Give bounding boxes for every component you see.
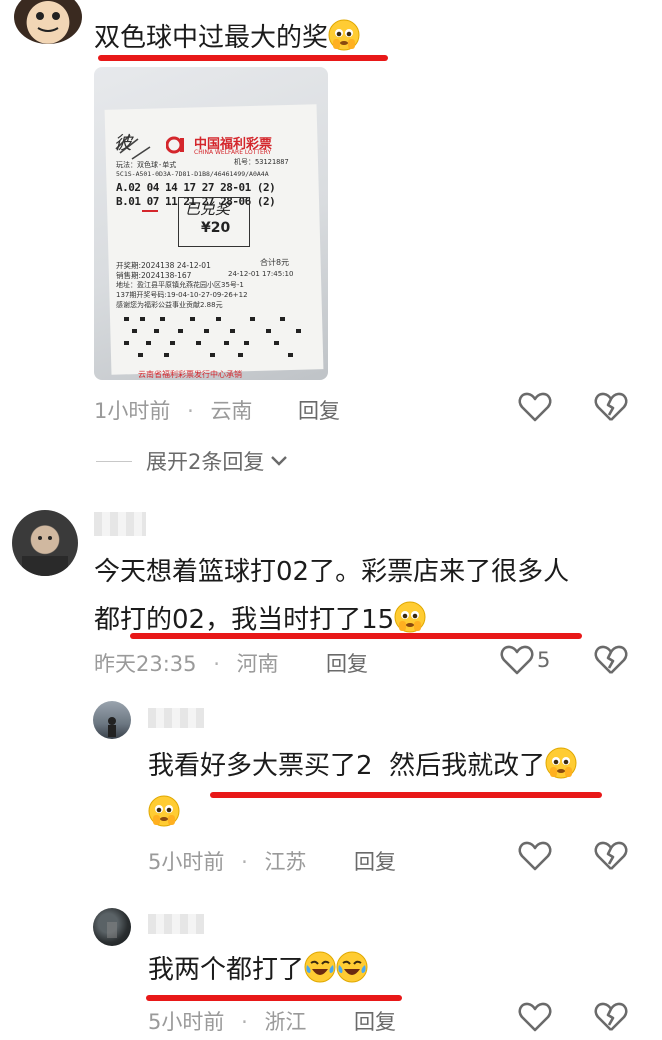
broken-heart-icon[interactable]	[594, 644, 628, 676]
highlight-underline	[98, 55, 388, 61]
comment-time: 昨天23:35	[94, 652, 197, 676]
avatar[interactable]	[93, 701, 131, 739]
comment-location: 云南	[210, 399, 253, 423]
pleading-face-emoji	[394, 601, 426, 633]
reply-text: 我两个都打了	[148, 946, 368, 994]
ticket-stamp-box: 已兑奖 ¥20	[178, 197, 250, 247]
ticket-stamp: 已兑奖	[185, 200, 231, 218]
ticket-handwriting: 彼	[114, 133, 132, 154]
reply-text: 我看好多大票买了2 然后我就改了	[148, 742, 577, 838]
heart-outline-icon[interactable]	[500, 644, 534, 676]
reply-button[interactable]: 回复	[354, 1006, 396, 1036]
broken-heart-icon[interactable]	[594, 391, 628, 423]
broken-heart-icon[interactable]	[594, 840, 628, 872]
pleading-face-emoji	[328, 19, 360, 51]
pleading-face-emoji	[545, 747, 577, 779]
expand-replies[interactable]: 展开2条回复	[96, 446, 290, 476]
username-blurred	[94, 512, 146, 536]
comment-meta: 昨天23:35 · 河南	[94, 652, 279, 676]
heart-outline-icon[interactable]	[518, 391, 552, 423]
broken-heart-icon[interactable]	[594, 1001, 628, 1033]
tears-of-joy-emoji	[336, 951, 368, 983]
reply-button[interactable]: 回复	[354, 846, 396, 876]
ticket-row-a: A.02 04 14 17 27 28-01 (2)	[116, 181, 276, 194]
ticket-sale-time: 24-12-01 17:45:10	[228, 270, 294, 278]
comment-location: 河南	[236, 652, 279, 676]
reply-meta: 5小时前 · 江苏	[148, 850, 307, 874]
ticket-open-no: 137期开奖号码:19-04-10-27-09-26+12	[116, 291, 248, 299]
ticket-machine: 机号：53121887	[234, 158, 289, 166]
reply-location: 浙江	[264, 1010, 307, 1034]
comment-text: 今天想着篮球打02了。彩票店来了很多人 都打的02，我当时打了15	[94, 557, 570, 635]
dark-photo-icon	[107, 922, 117, 938]
welfare-lottery-logo-icon	[166, 136, 184, 154]
ticket-amount: ¥20	[201, 220, 231, 236]
reply-button[interactable]: 回复	[326, 648, 368, 678]
heart-outline-icon[interactable]	[518, 840, 552, 872]
heart-outline-icon[interactable]	[518, 1001, 552, 1033]
highlight-underline	[130, 633, 582, 639]
username-blurred	[148, 708, 204, 728]
chevron-down-icon	[271, 456, 288, 466]
person-photo-icon	[22, 536, 68, 576]
pleading-face-emoji	[148, 795, 180, 827]
comment-time: 1小时前	[94, 399, 171, 423]
username-blurred	[148, 914, 204, 934]
cartoon-face-icon	[36, 12, 60, 32]
ticket-barcode-dots	[124, 317, 301, 357]
reply-location: 江苏	[264, 850, 307, 874]
expand-divider	[96, 460, 132, 462]
avatar[interactable]	[93, 908, 131, 946]
reply-meta: 5小时前 · 浙江	[148, 1010, 307, 1034]
tears-of-joy-emoji	[304, 951, 336, 983]
reply-button[interactable]: 回复	[298, 395, 340, 425]
ticket-thanks: 感谢您为福彩公益事业贡献2.88元	[116, 301, 223, 309]
reply-time: 5小时前	[148, 850, 225, 874]
avatar[interactable]	[12, 510, 78, 576]
ticket-brand-en: CHINA WELFARE LOTTERY	[194, 149, 272, 156]
reply-time: 5小时前	[148, 1010, 225, 1034]
ticket-footer: 云南省福利彩票发行中心承销	[138, 370, 242, 379]
lottery-ticket-image[interactable]: 彼 中国福利彩票 CHINA WELFARE LOTTERY 玩法：双色球-单式…	[94, 67, 328, 380]
silhouette-icon	[108, 717, 116, 737]
like-count: 5	[537, 648, 551, 672]
ticket-play: 玩法：双色球-单式	[116, 161, 177, 169]
highlight-underline	[210, 792, 602, 798]
highlight-underline	[146, 995, 402, 1001]
comment-meta: 1小时前 · 云南	[94, 399, 253, 423]
avatar[interactable]	[14, 0, 82, 44]
ticket-address: 地址：盈江县平原镇允燕花园小区35号-1	[116, 281, 244, 289]
ticket-serial: 5C1S-A501-0D3A-7D81-D1B8/46461499/A0A4A	[116, 170, 269, 178]
ticket-total: 合计8元	[260, 258, 290, 267]
